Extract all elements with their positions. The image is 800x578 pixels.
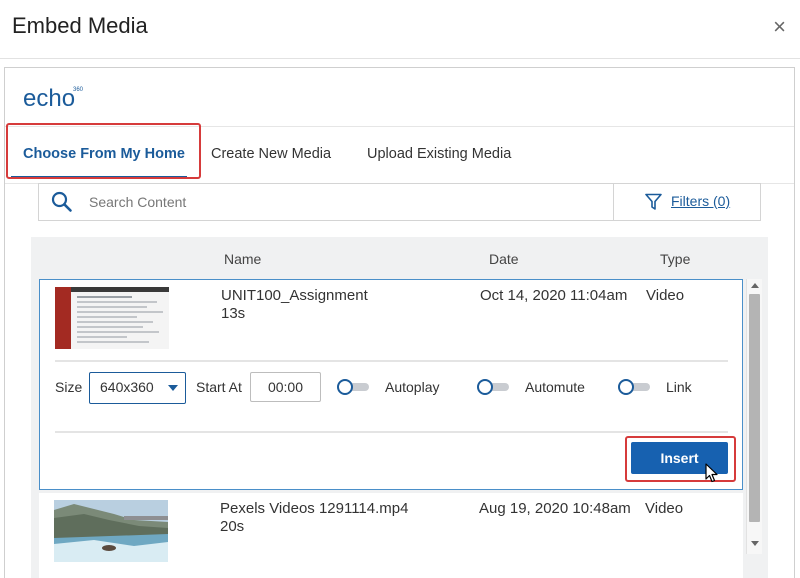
filters-label[interactable]: Filters (0) <box>671 184 730 219</box>
search-icon <box>51 191 72 212</box>
list-scrollbar[interactable] <box>746 279 762 554</box>
echo360-logo: echo 360 <box>23 85 84 110</box>
tab-bar: Choose From My Home Create New Media Upl… <box>5 126 794 184</box>
options-divider-top <box>55 360 728 362</box>
media-duration: 13s <box>221 305 246 322</box>
size-select[interactable]: 640x360 <box>89 372 186 404</box>
mouse-cursor-icon <box>705 463 718 483</box>
column-header-date: Date <box>489 251 519 267</box>
scroll-down-arrow-icon[interactable] <box>751 541 759 546</box>
search-bar: Filters (0) <box>38 183 761 221</box>
automute-label: Automute <box>525 379 585 395</box>
autoplay-label: Autoplay <box>385 379 440 395</box>
media-list-panel: Name Date Type UNIT100_Assignment 13s Oc… <box>31 237 768 578</box>
start-at-label: Start At <box>196 379 242 395</box>
embed-frame: echo 360 Choose From My Home Create New … <box>4 67 795 578</box>
link-label: Link <box>666 379 692 395</box>
media-name: Pexels Videos 1291114.mp4 <box>220 500 409 517</box>
tab-choose-from-my-home[interactable]: Choose From My Home <box>23 126 185 183</box>
toggle-knob <box>477 379 493 395</box>
media-name: UNIT100_Assignment <box>221 287 368 304</box>
media-duration: 20s <box>220 518 245 535</box>
active-tab-underline <box>11 176 187 179</box>
link-toggle[interactable] <box>618 379 650 395</box>
column-header-name: Name <box>224 251 262 267</box>
media-type: Video <box>645 500 684 517</box>
media-thumbnail <box>54 500 168 562</box>
caret-down-icon <box>168 385 178 391</box>
scrollbar-thumb[interactable] <box>749 294 760 522</box>
media-item-expanded[interactable]: UNIT100_Assignment 13s Oct 14, 2020 11:0… <box>39 279 743 490</box>
brand-bar: echo 360 <box>5 68 794 127</box>
svg-text:echo: echo <box>23 85 75 110</box>
size-select-value: 640x360 <box>100 379 154 395</box>
search-input[interactable] <box>87 184 611 220</box>
column-header-type: Type <box>660 251 691 267</box>
options-divider-bottom <box>55 431 728 433</box>
media-date: Aug 19, 2020 10:48am <box>479 500 631 517</box>
close-icon[interactable]: × <box>773 16 786 38</box>
toggle-knob <box>618 379 634 395</box>
size-label: Size <box>55 379 83 395</box>
svg-text:360: 360 <box>73 87 84 93</box>
filter-divider <box>613 184 614 220</box>
media-item[interactable]: Pexels Videos 1291114.mp4 20s Aug 19, 20… <box>39 493 743 578</box>
tab-create-new-media[interactable]: Create New Media <box>211 126 331 183</box>
automute-toggle[interactable] <box>477 379 509 395</box>
start-at-input[interactable] <box>250 372 321 402</box>
media-list: UNIT100_Assignment 13s Oct 14, 2020 11:0… <box>39 279 768 578</box>
autoplay-toggle[interactable] <box>337 379 369 395</box>
scroll-up-arrow-icon[interactable] <box>751 283 759 288</box>
dialog-title: Embed Media <box>12 13 148 38</box>
media-thumbnail <box>55 287 169 349</box>
tab-upload-existing-media[interactable]: Upload Existing Media <box>367 126 511 183</box>
media-type: Video <box>646 287 685 304</box>
media-date: Oct 14, 2020 11:04am <box>480 287 628 304</box>
filter-funnel-icon <box>645 193 662 210</box>
toggle-knob <box>337 379 353 395</box>
dialog-header: Embed Media × <box>0 0 800 59</box>
